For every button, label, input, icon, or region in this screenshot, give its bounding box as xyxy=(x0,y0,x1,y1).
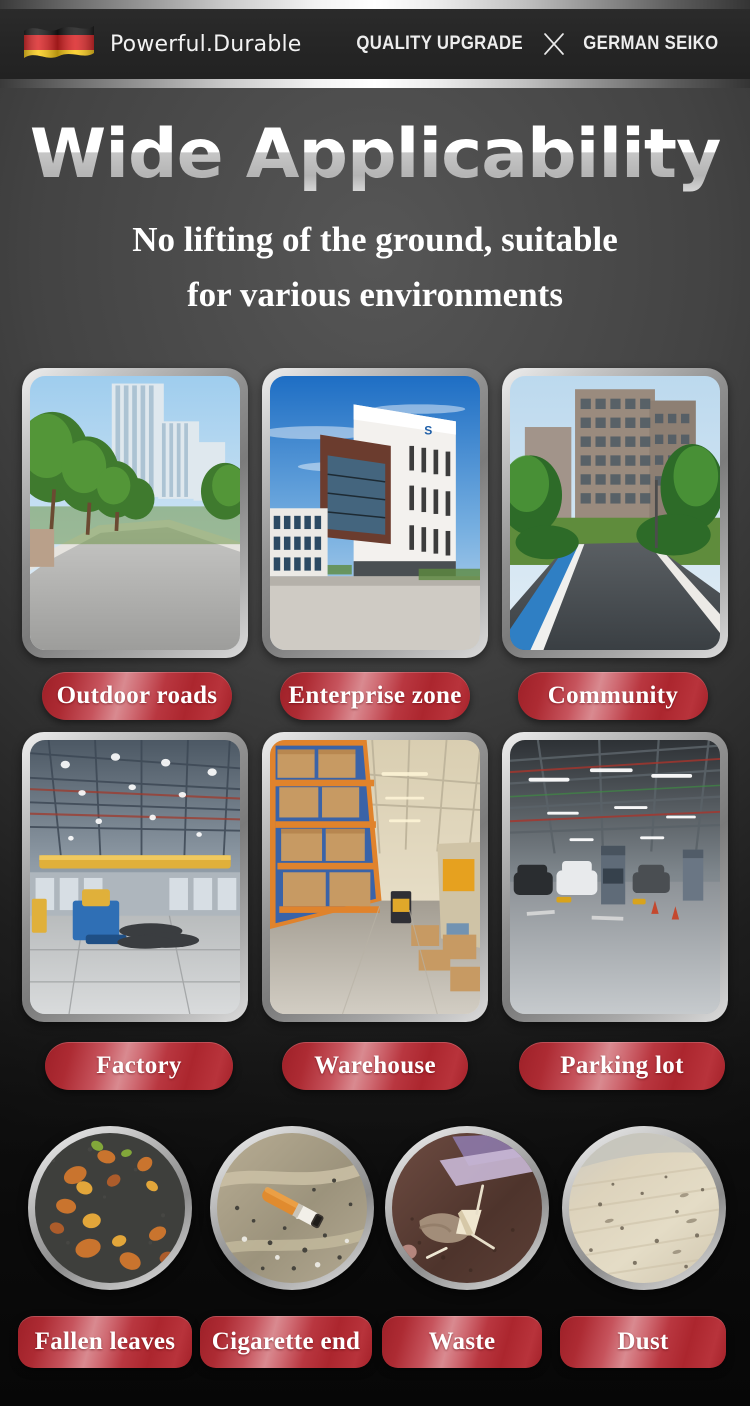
debris-circle-waste[interactable] xyxy=(385,1126,549,1290)
litter-waste-on-ground-photo xyxy=(392,1133,542,1283)
debris-label-text: Dust xyxy=(617,1328,669,1355)
header-bar: Powerful.Durable QUALITY UPGRADE GERMAN … xyxy=(0,9,750,79)
debris-label-dust[interactable]: Dust xyxy=(560,1316,726,1368)
scene-label-parking-lot[interactable]: Parking lot xyxy=(519,1042,725,1090)
scene-label-factory[interactable]: Factory xyxy=(45,1042,233,1090)
german-flag-icon xyxy=(22,21,96,67)
dusty-floor-surface-photo xyxy=(569,1133,719,1283)
promo-page: Powerful.Durable QUALITY UPGRADE GERMAN … xyxy=(0,0,750,1406)
scene-label-text: Enterprise zone xyxy=(288,682,462,709)
scene-label-enterprise-zone[interactable]: Enterprise zone xyxy=(280,672,470,720)
brand-block: Powerful.Durable xyxy=(0,21,302,67)
cigarette-butt-on-ground-photo xyxy=(217,1133,367,1283)
debris-circle-cigarette-end[interactable] xyxy=(210,1126,374,1290)
svg-text:S: S xyxy=(424,423,432,437)
fallen-leaves-on-asphalt-photo xyxy=(35,1133,185,1283)
subtitle-line-1: No lifting of the ground, suitable xyxy=(132,220,618,259)
underground-parking-garage-photo xyxy=(510,740,720,1014)
scene-card-warehouse[interactable] xyxy=(262,732,488,1022)
scene-label-outdoor-roads[interactable]: Outdoor roads xyxy=(42,672,232,720)
title-block: Wide Applicability No lifting of the gro… xyxy=(0,118,750,322)
debris-circle-fallen-leaves[interactable] xyxy=(28,1126,192,1290)
debris-circle-dust[interactable] xyxy=(562,1126,726,1290)
scene-card-outdoor-roads[interactable] xyxy=(22,368,248,658)
scene-label-text: Warehouse xyxy=(314,1052,436,1079)
modern-office-building-photo: S xyxy=(270,376,480,650)
scene-label-text: Outdoor roads xyxy=(56,682,218,709)
debris-label-text: Waste xyxy=(428,1328,496,1355)
scene-card-parking-lot[interactable] xyxy=(502,732,728,1022)
residential-complex-road-photo xyxy=(510,376,720,650)
debris-label-cigarette-end[interactable]: Cigarette end xyxy=(200,1316,372,1368)
debris-label-fallen-leaves[interactable]: Fallen leaves xyxy=(18,1316,192,1368)
chrome-strip-bottom xyxy=(0,79,750,88)
debris-label-waste[interactable]: Waste xyxy=(382,1316,542,1368)
warehouse-racking-aisle-photo xyxy=(270,740,480,1014)
subtitle-line-2: for various environments xyxy=(187,275,563,314)
debris-label-text: Fallen leaves xyxy=(34,1328,176,1355)
tree-lined-city-road-photo xyxy=(30,376,240,650)
scene-label-community[interactable]: Community xyxy=(518,672,708,720)
scene-label-text: Community xyxy=(547,682,679,709)
brand-text: Powerful.Durable xyxy=(110,31,302,57)
scene-label-text: Parking lot xyxy=(560,1052,684,1079)
page-header: Powerful.Durable QUALITY UPGRADE GERMAN … xyxy=(0,0,750,88)
industrial-factory-interior-photo xyxy=(30,740,240,1014)
scene-card-enterprise-zone[interactable]: S xyxy=(262,368,488,658)
header-tagline: QUALITY UPGRADE GERMAN SEIKO xyxy=(345,32,728,56)
tagline-right-text: GERMAN SEIKO xyxy=(583,33,719,54)
page-title: Wide Applicability xyxy=(0,118,750,192)
tagline-left-text: QUALITY UPGRADE xyxy=(356,33,523,54)
scene-label-warehouse[interactable]: Warehouse xyxy=(282,1042,468,1090)
page-subtitle: No lifting of the ground, suitable for v… xyxy=(0,212,750,322)
chrome-strip-top xyxy=(0,0,750,9)
scene-card-community[interactable] xyxy=(502,368,728,658)
cross-x-icon xyxy=(543,32,565,56)
scene-card-factory[interactable] xyxy=(22,732,248,1022)
debris-label-text: Cigarette end xyxy=(211,1328,361,1355)
scene-label-text: Factory xyxy=(96,1052,182,1079)
